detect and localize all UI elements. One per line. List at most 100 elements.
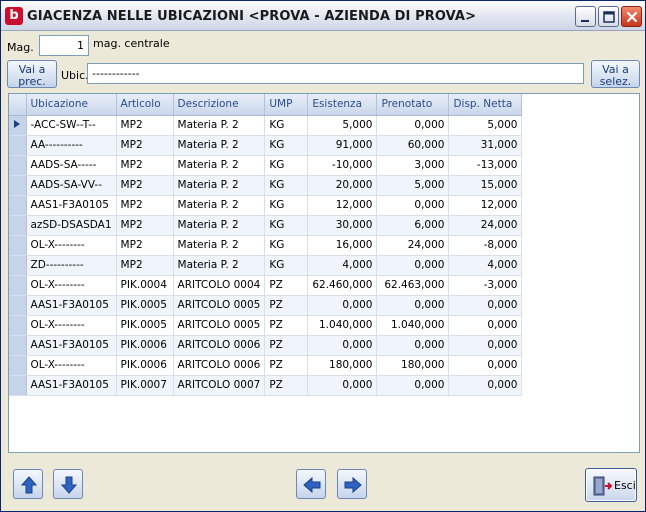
table-cell: 0,000 [448,355,523,376]
table-row[interactable]: AADS-SA----- MP2 Materia P. 2 KG -10,000 3,00… [9,155,523,176]
table-cell: PIK.0006 [116,335,174,356]
table-cell: 0,000 [448,315,523,336]
table-header-row: Ubicazione Articolo Descrizione UMP Esistenz… [9,94,523,116]
table-cell: ARITCOLO 0005 [173,295,266,316]
table-cell: 62.460,000 [307,275,378,296]
column-header[interactable]: Prenotato [376,94,450,116]
table-cell: 62.463,000 [376,275,450,296]
move-up-button[interactable] [13,469,43,499]
table-cell: 4,000 [448,255,523,276]
table-cell: 12,000 [307,195,378,216]
column-header[interactable]: UMP [264,94,309,116]
table-row[interactable]: -ACC-SW--T-- MP2 Materia P. 2 KG 5,000 0,000 5… [9,115,523,136]
table-cell: 60,000 [376,135,450,156]
app-window: b GIACENZA NELLE UBICAZIONI <PROVA - AZI… [0,0,646,512]
table-cell: 24,000 [376,235,450,256]
row-selector[interactable] [9,315,27,336]
row-selector[interactable] [9,375,27,396]
row-selector[interactable] [9,215,27,236]
table-cell: PIK.0007 [116,375,174,396]
vai-a-selez-button[interactable]: Vai a selez. [591,60,640,88]
close-button[interactable] [621,6,642,27]
move-down-button[interactable] [53,469,83,499]
vai-a-prec-button[interactable]: Vai a prec. [7,60,57,88]
row-selector[interactable] [9,275,27,296]
table-row[interactable]: ZD---------- MP2 Materia P. 2 KG 4,000 0,000 4… [9,255,523,276]
table-row[interactable]: OL-X-------- PIK.0006 ARITCOLO 0006 PZ 180,0… [9,355,523,376]
table-cell: MP2 [116,155,174,176]
ubic-input[interactable]: ------------ [87,63,584,84]
column-header[interactable]: Articolo [116,94,174,116]
table-cell: -10,000 [307,155,378,176]
current-row-indicator-icon [14,119,21,128]
mag-label: Mag. [7,41,34,54]
row-selector[interactable] [9,335,27,356]
row-selector[interactable] [9,155,27,176]
table-cell: 0,000 [376,335,450,356]
table-cell: 0,000 [376,375,450,396]
table-cell: AAS1-F3A0105 [26,295,117,316]
table-row[interactable]: AA---------- MP2 Materia P. 2 KG 91,000 60,00… [9,135,523,156]
table-cell: 24,000 [448,215,523,236]
table-cell: PZ [264,355,309,376]
table-row[interactable]: AAS1-F3A0105 PIK.0007 ARITCOLO 0007 PZ 0,000… [9,375,523,396]
table-cell: MP2 [116,235,174,256]
column-header[interactable]: Esistenza [307,94,378,116]
minimize-button[interactable] [575,6,596,27]
column-header[interactable]: Disp. Netta [448,94,523,116]
column-header[interactable]: Ubicazione [26,94,117,116]
table-cell: ARITCOLO 0006 [173,335,266,356]
table-row[interactable]: azSD-DSASDA1 MP2 Materia P. 2 KG 30,000 6,000… [9,215,523,236]
table-cell: OL-X-------- [26,355,117,376]
row-selector[interactable] [9,175,27,196]
row-selector[interactable] [9,295,27,316]
table-cell: 0,000 [307,335,378,356]
mag-input[interactable]: 1 [39,35,89,56]
window-title: GIACENZA NELLE UBICAZIONI <PROVA - AZIEN… [27,9,477,24]
title-bar[interactable]: b GIACENZA NELLE UBICAZIONI <PROVA - AZI… [1,1,645,31]
table-cell: PZ [264,315,309,336]
table-cell: MP2 [116,135,174,156]
table-row[interactable]: AADS-SA-VV-- MP2 Materia P. 2 KG 20,000 5,000… [9,175,523,196]
table-cell: KG [264,135,309,156]
move-left-button[interactable] [296,469,326,499]
app-logo-icon: b [5,7,23,25]
table-row[interactable]: OL-X-------- PIK.0005 ARITCOLO 0005 PZ 1.040… [9,315,523,336]
table-cell: 1.040,000 [376,315,450,336]
table-cell: KG [264,175,309,196]
table-cell: Materia P. 2 [173,215,266,236]
table-cell: Materia P. 2 [173,115,266,136]
table-cell: ARITCOLO 0005 [173,315,266,336]
table-cell: KG [264,235,309,256]
row-selector[interactable] [9,195,27,216]
stock-table: Ubicazione Articolo Descrizione UMP Esistenz… [9,94,523,396]
row-selector[interactable] [9,255,27,276]
table-cell: azSD-DSASDA1 [26,215,117,236]
table-cell: AA---------- [26,135,117,156]
table-cell: 0,000 [376,195,450,216]
table-row[interactable]: AAS1-F3A0105 PIK.0006 ARITCOLO 0006 PZ 0,000… [9,335,523,356]
table-cell: 5,000 [448,115,523,136]
maximize-button[interactable] [598,6,619,27]
table-row[interactable]: OL-X-------- PIK.0004 ARITCOLO 0004 PZ 62.46… [9,275,523,296]
esci-label: Esci [614,479,636,492]
row-selector[interactable] [9,115,27,136]
table-cell: 0,000 [376,255,450,276]
stock-grid[interactable]: Ubicazione Articolo Descrizione UMP Esistenz… [8,93,640,453]
table-row[interactable]: AAS1-F3A0105 PIK.0005 ARITCOLO 0005 PZ 0,000… [9,295,523,316]
table-cell: 5,000 [376,175,450,196]
table-cell: 0,000 [448,375,523,396]
esci-button[interactable]: Esci [585,468,637,502]
table-cell: PIK.0005 [116,315,174,336]
column-header[interactable]: Descrizione [173,94,266,116]
table-cell: -ACC-SW--T-- [26,115,117,136]
table-row[interactable]: AAS1-F3A0105 MP2 Materia P. 2 KG 12,000 0,000… [9,195,523,216]
table-row[interactable]: OL-X-------- MP2 Materia P. 2 KG 16,000 24,00… [9,235,523,256]
table-cell: AAS1-F3A0105 [26,195,117,216]
table-cell: -13,000 [448,155,523,176]
row-selector[interactable] [9,235,27,256]
move-right-button[interactable] [337,469,367,499]
row-selector[interactable] [9,135,27,156]
table-cell: ZD---------- [26,255,117,276]
row-selector[interactable] [9,355,27,376]
